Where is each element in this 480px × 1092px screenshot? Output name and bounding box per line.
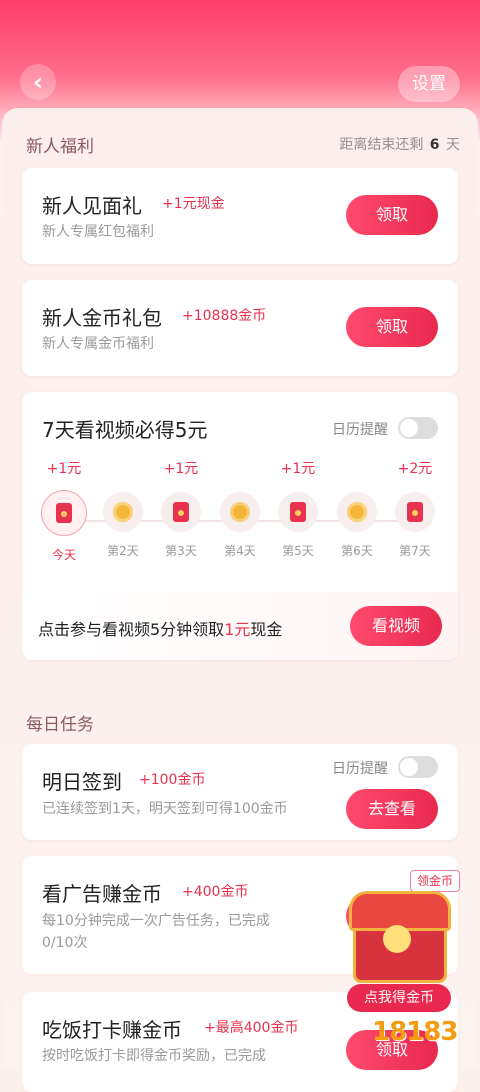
day-label: 第6天 — [341, 544, 373, 558]
card-title: 明日签到 — [42, 770, 122, 794]
card-title: 新人见面礼 — [42, 194, 142, 218]
day-amount: +2元 — [397, 461, 433, 477]
countdown-unit: 天 — [446, 137, 460, 153]
get-coins-button[interactable]: 点我得金币 — [347, 984, 451, 1012]
day-label: 第2天 — [107, 544, 139, 558]
card-newbie-gift: 新人见面礼 +1元现金 新人专属红包福利 领取 — [22, 168, 458, 264]
day-item[interactable]: 第2天 — [95, 458, 151, 559]
day-circle — [103, 492, 143, 532]
day-item[interactable]: +1元 第5天 — [270, 458, 326, 559]
day-item[interactable]: +2元 第7天 — [387, 458, 443, 559]
card-subtitle: 已连续签到1天，明天签到可得100金币 — [42, 801, 288, 817]
card-subtitle: 新人专属金币福利 — [42, 336, 154, 352]
coin-icon — [230, 502, 250, 522]
countdown-days: 6 — [429, 137, 440, 153]
day-item[interactable]: 第4天 — [212, 458, 268, 559]
watermark: 18183 — [372, 1017, 458, 1047]
red-envelope-icon — [173, 502, 189, 522]
card-reward: +最高400金币 — [204, 1020, 299, 1036]
card-subtitle-line2: 0/10次 — [42, 935, 88, 951]
calendar-reminder-toggle[interactable] — [398, 417, 438, 439]
red-envelope-icon — [407, 502, 423, 522]
day-item[interactable]: +1元 第3天 — [153, 458, 209, 559]
day-label: 第5天 — [282, 544, 314, 558]
footer-text: 点击参与看视频5分钟领取1元现金 — [38, 616, 282, 640]
day-circle — [220, 492, 260, 532]
settings-button[interactable]: 设置 — [398, 66, 460, 102]
claim-button[interactable]: 领取 — [346, 307, 438, 347]
card-reward: +400金币 — [182, 884, 249, 900]
coin-icon — [347, 502, 367, 522]
day-circle — [337, 492, 377, 532]
chevron-left-icon: ‹ — [33, 68, 43, 96]
day-label: 第7天 — [399, 544, 431, 558]
back-button[interactable]: ‹ — [20, 64, 56, 100]
card-newbie-coins: 新人金币礼包 +10888金币 新人专属金币福利 领取 — [22, 280, 458, 376]
day-item[interactable]: +1元 今天 — [36, 458, 92, 563]
card-title: 新人金币礼包 — [42, 306, 162, 330]
coin-icon — [113, 502, 133, 522]
card-title: 吃饭打卡赚金币 — [42, 1018, 182, 1042]
countdown: 距离结束还剩 6 天 — [339, 134, 460, 154]
treasure-chest-icon[interactable] — [345, 885, 451, 985]
calendar-reminder-label: 日历提醒 — [332, 422, 388, 438]
calendar-reminder-toggle[interactable] — [398, 756, 438, 778]
view-button[interactable]: 去查看 — [346, 789, 438, 829]
card-title: 看广告赚金币 — [42, 882, 162, 906]
footer-suffix: 现金 — [250, 620, 283, 639]
watch-video-button[interactable]: 看视频 — [350, 606, 442, 646]
footer-prefix: 点击参与看视频5分钟领取 — [38, 620, 225, 639]
day-amount: +1元 — [163, 461, 199, 477]
card-reward: +10888金币 — [182, 308, 267, 324]
day-circle — [161, 492, 201, 532]
section-title-newbie: 新人福利 — [26, 137, 94, 157]
day-circle — [278, 492, 318, 532]
day-amount: +1元 — [280, 461, 316, 477]
section-title-daily: 每日任务 — [26, 715, 94, 735]
day-amount — [329, 458, 385, 480]
card-reward: +1元现金 — [162, 196, 225, 212]
day-amount: +1元 — [46, 461, 82, 477]
card-reward: +100金币 — [139, 772, 206, 788]
day-label: 第4天 — [224, 544, 256, 558]
footer-highlight: 1元 — [224, 620, 251, 639]
card-title: 7天看视频必得5元 — [42, 418, 208, 442]
card-subtitle: 新人专属红包福利 — [42, 224, 154, 240]
card-task-signin: 明日签到 +100金币 日历提醒 已连续签到1天，明天签到可得100金币 去查看 — [22, 744, 458, 840]
day-circle — [41, 490, 87, 536]
card-subtitle-line1: 按时吃饭打卡即得金币奖励，已完成 — [42, 1048, 266, 1064]
day-item[interactable]: 第6天 — [329, 458, 385, 559]
calendar-reminder-label: 日历提醒 — [332, 761, 388, 777]
day-label: 今天 — [51, 548, 76, 562]
countdown-prefix: 距离结束还剩 — [339, 137, 424, 153]
red-envelope-icon — [290, 502, 306, 522]
day-label: 第3天 — [165, 544, 197, 558]
day-amount — [212, 458, 268, 480]
card-subtitle-line1: 每10分钟完成一次广告任务，已完成 — [42, 913, 270, 929]
claim-button[interactable]: 领取 — [346, 195, 438, 235]
day-circle — [395, 492, 435, 532]
red-envelope-icon — [56, 503, 72, 523]
chest-emblem — [383, 925, 411, 953]
day-amount — [95, 458, 151, 480]
